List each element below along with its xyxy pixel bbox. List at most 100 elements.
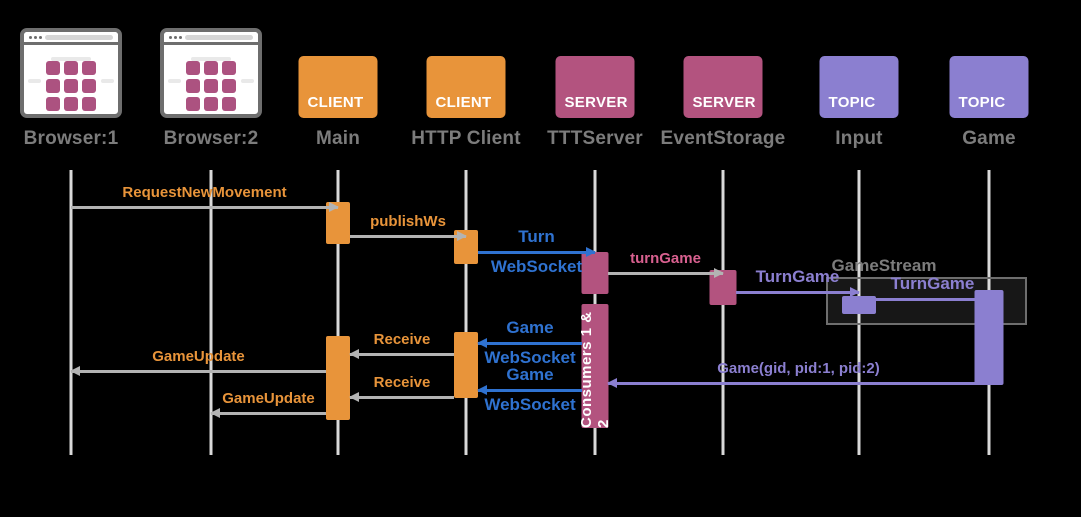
browser-dot-icon	[34, 36, 37, 39]
arrowhead-right	[457, 231, 467, 241]
participant-box-tttserver: SERVER	[555, 56, 635, 118]
participant-kind-label: TOPIC	[958, 94, 1006, 111]
arrowhead-left	[607, 378, 617, 388]
arrowhead-left	[210, 408, 220, 418]
message-line	[608, 382, 989, 385]
message-label-m5: TurnGame	[755, 267, 840, 286]
browser-side-rule	[168, 79, 181, 83]
message-line	[736, 291, 859, 294]
browser-dot-icon	[179, 36, 182, 39]
participant-box-eventstorage: SERVER	[683, 56, 763, 118]
arrowhead-left	[477, 338, 487, 348]
browser-address-bar	[45, 35, 113, 40]
activation-bar-act-ttt-consumers: Consumers 1 & 2	[578, 304, 612, 428]
message-label-m7: Game	[506, 318, 554, 337]
participant-label-game: Game	[962, 128, 1016, 149]
message-label-m9: GameUpdate	[152, 348, 245, 365]
tic-tac-toe-grid-icon	[186, 61, 236, 111]
message-label-m3: Turn	[518, 227, 555, 246]
arrowhead-right	[980, 294, 990, 304]
grid-cell	[46, 97, 60, 111]
grid-cell	[222, 79, 236, 93]
activation-bar-act-ttt-1	[581, 252, 609, 294]
message-arrow-m8	[349, 349, 454, 359]
message-line	[608, 272, 723, 275]
participant-label-eventstorage: EventStorage	[660, 128, 786, 149]
grid-cell	[82, 79, 96, 93]
browser-side-rule	[28, 79, 41, 83]
message-label-m2: publishWs	[370, 213, 446, 230]
message-line	[876, 298, 989, 301]
arrowhead-left	[70, 366, 80, 376]
message-arrow-m4	[608, 268, 724, 278]
participant-box-main: CLIENT	[298, 56, 378, 118]
arrowhead-right	[850, 287, 860, 297]
message-line	[350, 235, 466, 238]
message-arrow-m11	[477, 385, 582, 395]
lifeline-eventstorage	[721, 170, 725, 455]
message-line	[350, 353, 454, 356]
activation-bar-act-http-2	[454, 332, 478, 398]
participant-label-http-client: HTTP Client	[411, 128, 521, 149]
message-line	[211, 412, 326, 415]
message-line	[71, 206, 338, 209]
browser-window-icon-browser-1	[20, 28, 122, 118]
lifeline-browser-1	[69, 170, 73, 455]
browser-dot-icon	[174, 36, 177, 39]
activation-bar-act-game-1	[974, 290, 1004, 385]
browser-titlebar	[24, 32, 118, 45]
grid-cell	[64, 79, 78, 93]
participant-kind-label: CLIENT	[307, 94, 364, 111]
message-label-m4: turnGame	[630, 250, 701, 267]
message-arrow-m1	[71, 202, 339, 212]
participant-label-input: Input	[835, 128, 883, 149]
arrowhead-right	[586, 247, 596, 257]
grid-cell	[82, 61, 96, 75]
arrowhead-left	[349, 392, 359, 402]
grid-cell	[46, 61, 60, 75]
fragment-title-gamestream: GameStream	[831, 256, 937, 275]
grid-cell	[64, 61, 78, 75]
browser-dot-icon	[169, 36, 172, 39]
message-arrow-m12	[349, 392, 454, 402]
participant-kind-label: CLIENT	[435, 94, 492, 111]
grid-cell	[186, 97, 200, 111]
message-arrow-m9	[70, 366, 326, 376]
message-label-m8: Receive	[373, 331, 431, 348]
message-arrow-m6	[876, 294, 990, 304]
tic-tac-toe-grid-icon	[46, 61, 96, 111]
message-arrow-m5	[736, 287, 860, 297]
participant-kind-label: TOPIC	[828, 94, 876, 111]
participant-box-game: TOPIC	[949, 56, 1029, 118]
grid-cell	[222, 61, 236, 75]
participant-kind-label: SERVER	[692, 94, 756, 111]
grid-cell	[204, 61, 218, 75]
message-line	[478, 389, 582, 392]
message-sublabel-m11: WebSocket	[484, 395, 576, 414]
activation-bar-act-main-2	[326, 336, 350, 420]
browser-dot-icon	[39, 36, 42, 39]
participant-label-main: Main	[315, 128, 361, 149]
message-label-m13: GameUpdate	[222, 390, 315, 407]
grid-cell	[186, 79, 200, 93]
participant-kind-label: SERVER	[564, 94, 628, 111]
message-label-m6: TurnGame	[890, 274, 975, 293]
participant-label-browser-1: Browser:1	[23, 128, 119, 149]
activation-bar-act-input-1	[842, 296, 876, 314]
sequence-diagram-canvas: GameStream Browser:1 Browser:2 CLIENT Main CL…	[0, 0, 1081, 517]
message-arrow-m13	[210, 408, 326, 418]
participant-box-input: TOPIC	[819, 56, 899, 118]
message-arrow-m7	[477, 338, 582, 348]
grid-cell	[186, 61, 200, 75]
browser-window-icon-browser-2	[160, 28, 262, 118]
browser-dot-icon	[29, 36, 32, 39]
grid-cell	[46, 79, 60, 93]
message-label-m12: Receive	[373, 374, 431, 391]
browser-side-rule	[101, 79, 114, 83]
grid-cell	[204, 79, 218, 93]
grid-cell	[64, 97, 78, 111]
browser-titlebar	[164, 32, 258, 45]
grid-cell	[222, 97, 236, 111]
participant-label-browser-2: Browser:2	[163, 128, 259, 149]
message-sublabel-m3: WebSocket	[490, 257, 583, 276]
